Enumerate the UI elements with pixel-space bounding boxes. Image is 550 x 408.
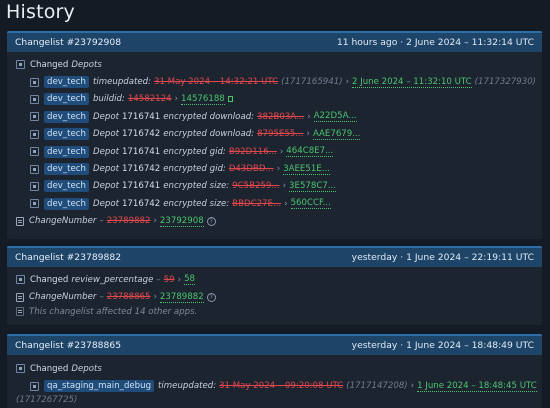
depot-id: 1716742 xyxy=(121,198,161,209)
branch-tag[interactable]: dev_tech xyxy=(44,93,89,106)
change-row: dev_tech buildid: 14582124 › 14576188 xyxy=(16,91,534,108)
branch-tag[interactable]: dev_tech xyxy=(44,110,89,123)
document-icon xyxy=(16,216,24,226)
changelist-title[interactable]: Changelist #23788865 xyxy=(15,340,121,351)
change-row: dev_tech timeupdated: 31 May 2024 – 14:3… xyxy=(16,73,536,90)
changelist-header: Changelist #23788865 yesterday · 1 June … xyxy=(7,334,542,355)
change-number-row: ChangeNumber – 23789882 › 23792908 ? xyxy=(16,213,534,230)
change-icon xyxy=(30,147,39,157)
change-icon xyxy=(30,94,39,104)
depot-id: 1716742 xyxy=(121,164,161,175)
branch-tag[interactable]: dev_tech xyxy=(44,76,89,89)
changelist-card-2: Changelist #23789882 yesterday · 1 June … xyxy=(7,246,542,325)
change-row: dev_tech Depot 1716741 encrypted downloa… xyxy=(16,108,534,125)
change-icon xyxy=(30,77,39,87)
change-row: dev_tech Depot 1716742 encrypted downloa… xyxy=(16,126,534,143)
changelist-date: yesterday · 1 June 2024 – 22:19:11 UTC xyxy=(351,252,534,263)
page-title: History xyxy=(6,1,75,23)
branch-tag[interactable]: dev_tech xyxy=(44,197,89,210)
change-icon xyxy=(30,164,39,174)
changed-icon xyxy=(16,364,25,374)
change-icon xyxy=(30,112,39,122)
document-icon xyxy=(16,292,24,302)
branch-tag[interactable]: dev_tech xyxy=(44,128,89,141)
changelist-title[interactable]: Changelist #23789882 xyxy=(15,252,121,263)
branch-tag[interactable]: dev_tech xyxy=(44,163,89,176)
note-row: This changelist affected 14 other apps. xyxy=(16,306,534,318)
copy-icon[interactable] xyxy=(227,96,233,103)
affected-apps-note: This changelist affected 14 other apps. xyxy=(29,306,198,317)
branch-tag[interactable]: qa_staging_main_debug xyxy=(44,380,155,393)
changed-section: Changed Depots xyxy=(16,360,534,377)
depot-id: 1716741 xyxy=(121,181,161,192)
change-row: qa_staging_main_debug timeupdated: 31 Ma… xyxy=(16,377,537,394)
change-row-continuation: (1717267725) xyxy=(16,394,78,405)
changelist-header: Changelist #23792908 11 hours ago · 2 Ju… xyxy=(7,31,542,52)
depot-id: 1716742 xyxy=(121,129,161,140)
change-row: dev_tech Depot 1716741 encrypted gid: B9… xyxy=(16,143,534,160)
branch-tag[interactable]: dev_tech xyxy=(44,145,89,158)
change-row: dev_tech Depot 1716742 encrypted gid: D4… xyxy=(16,160,534,177)
help-icon[interactable]: ? xyxy=(206,216,216,226)
change-icon xyxy=(30,199,39,209)
change-row: dev_tech Depot 1716742 encrypted size: B… xyxy=(16,195,534,212)
change-number-row: ChangeNumber – 23788865 › 23789882 ? xyxy=(16,288,534,305)
depot-id: 1716741 xyxy=(121,111,161,122)
change-icon xyxy=(30,381,39,391)
changelist-card-3: Changelist #23788865 yesterday · 1 June … xyxy=(7,334,542,408)
changelist-card-1: Changelist #23792908 11 hours ago · 2 Ju… xyxy=(7,31,542,239)
change-row: dev_tech Depot 1716741 encrypted size: 9… xyxy=(16,178,534,195)
change-icon xyxy=(30,129,39,139)
branch-tag[interactable]: dev_tech xyxy=(44,180,89,193)
changed-row: Changed review_percentage – 59 › 58 xyxy=(16,271,534,288)
changelist-header: Changelist #23789882 yesterday · 1 June … xyxy=(7,246,542,267)
changelist-date: 11 hours ago · 2 June 2024 – 11:32:14 UT… xyxy=(336,37,534,48)
changelist-date: yesterday · 1 June 2024 – 18:48:49 UTC xyxy=(351,340,534,351)
changed-icon xyxy=(16,60,25,70)
info-icon xyxy=(16,307,24,317)
help-icon[interactable]: ? xyxy=(206,292,216,302)
changed-icon xyxy=(16,275,25,285)
changed-section: Changed Depots xyxy=(16,56,534,73)
changelist-title[interactable]: Changelist #23792908 xyxy=(15,37,121,48)
depot-id: 1716741 xyxy=(121,146,161,157)
change-icon xyxy=(30,181,39,191)
